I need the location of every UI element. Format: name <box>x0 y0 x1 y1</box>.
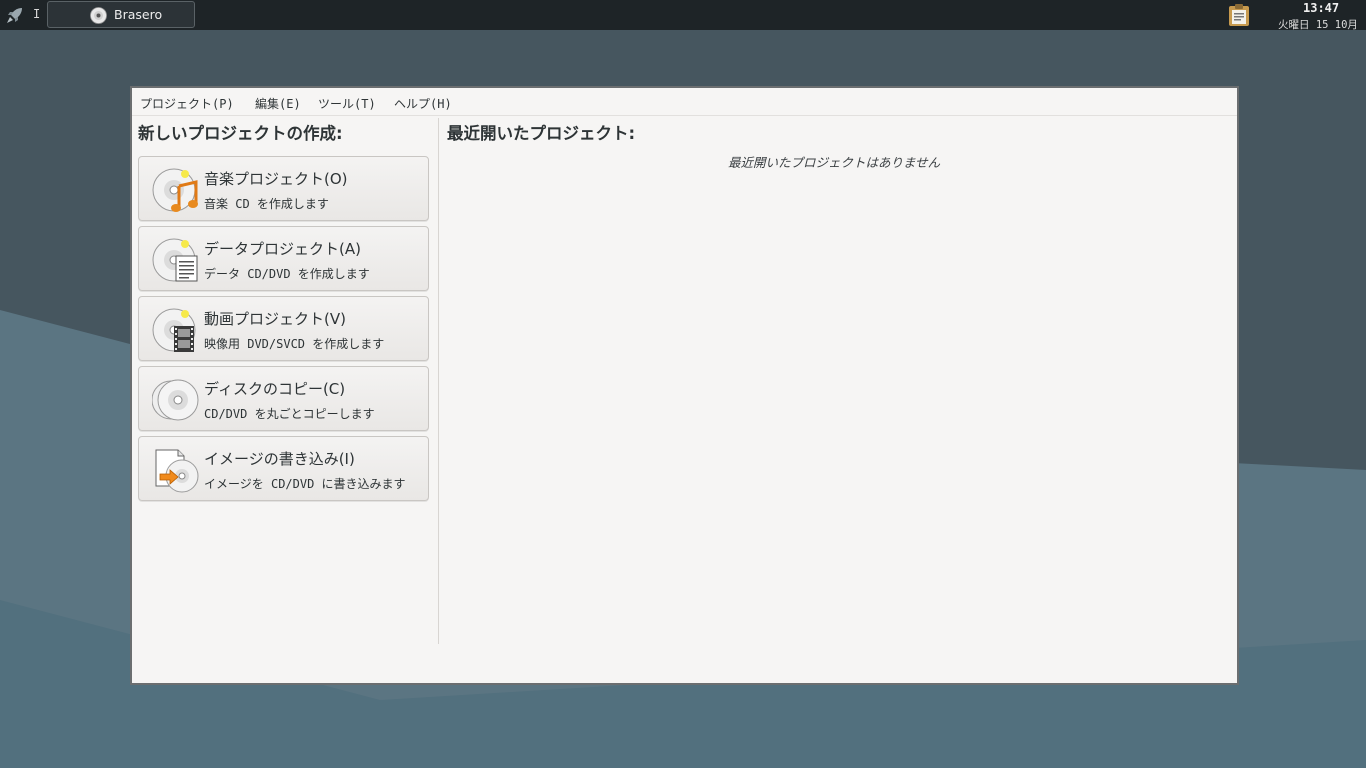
video-project-icon <box>152 308 196 352</box>
disc-copy-title: ディスクのコピー(C) <box>204 380 346 398</box>
menu-project[interactable]: プロジェクト(P) <box>140 95 234 112</box>
workspace-indicator[interactable]: I <box>33 7 40 21</box>
pane-separator[interactable] <box>438 118 439 644</box>
taskbar-brasero-button[interactable]: Brasero <box>47 1 195 28</box>
menu-bar: プロジェクト(P) 編集(E) ツール(T) ヘルプ(H) <box>132 88 1237 116</box>
audio-project-desc: 音楽 CD を作成します <box>204 197 329 211</box>
recent-projects-empty-message: 最近開いたプロジェクトはありません <box>728 155 941 170</box>
audio-project-button[interactable]: 音楽プロジェクト(O) 音楽 CD を作成します <box>138 156 429 221</box>
top-panel: I Brasero 13:47 火曜日 15 10月 <box>0 0 1366 32</box>
disc-copy-icon <box>152 379 199 421</box>
image-burn-desc: イメージを CD/DVD に書き込みます <box>204 477 406 491</box>
data-project-title: データプロジェクト(A) <box>204 240 361 258</box>
recent-projects-heading: 最近開いたプロジェクト: <box>447 124 636 143</box>
image-burn-icon <box>155 449 199 493</box>
video-project-title: 動画プロジェクト(V) <box>204 310 346 328</box>
brasero-disc-icon <box>90 7 107 24</box>
disc-copy-button[interactable]: ディスクのコピー(C) CD/DVD を丸ごとコピーします <box>138 366 429 431</box>
menu-tools[interactable]: ツール(T) <box>318 95 376 112</box>
clock-time[interactable]: 13:47 <box>1303 1 1339 15</box>
clipboard-icon[interactable] <box>1227 3 1251 27</box>
data-project-icon <box>152 238 198 282</box>
menu-edit[interactable]: 編集(E) <box>255 95 301 112</box>
audio-project-icon <box>152 168 198 212</box>
video-project-desc: 映像用 DVD/SVCD を作成します <box>204 337 385 351</box>
taskbar-app-label: Brasero <box>114 7 163 22</box>
clock-date[interactable]: 火曜日 15 10月 <box>1278 17 1358 32</box>
data-project-desc: データ CD/DVD を作成します <box>204 267 370 281</box>
brasero-window: プロジェクト(P) 編集(E) ツール(T) ヘルプ(H) 新しいプロジェクトの… <box>130 86 1239 685</box>
video-project-button[interactable]: 動画プロジェクト(V) 映像用 DVD/SVCD を作成します <box>138 296 429 361</box>
image-burn-button[interactable]: イメージの書き込み(I) イメージを CD/DVD に書き込みます <box>138 436 429 501</box>
image-burn-title: イメージの書き込み(I) <box>204 450 355 468</box>
rocket-launcher-icon[interactable] <box>5 5 25 25</box>
new-project-heading: 新しいプロジェクトの作成: <box>138 124 343 143</box>
data-project-button[interactable]: データプロジェクト(A) データ CD/DVD を作成します <box>138 226 429 291</box>
disc-copy-desc: CD/DVD を丸ごとコピーします <box>204 407 375 421</box>
menu-help[interactable]: ヘルプ(H) <box>394 95 452 112</box>
audio-project-title: 音楽プロジェクト(O) <box>204 170 348 188</box>
